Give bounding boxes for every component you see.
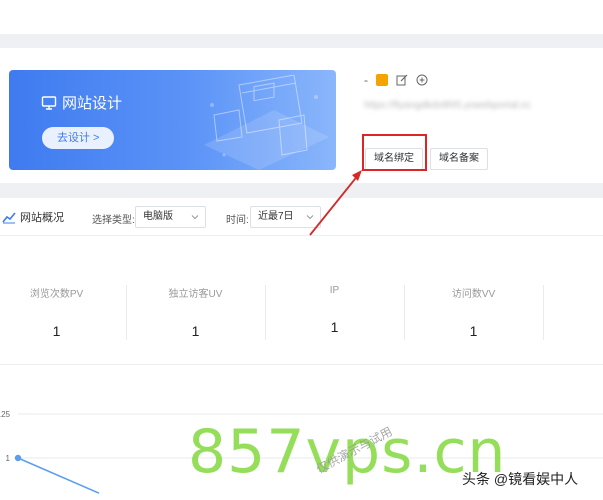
site-name: -: [364, 73, 368, 87]
stat-vv: 访问数VV 1: [404, 285, 543, 342]
stat-value: 1: [330, 319, 339, 335]
badge-icon: [376, 74, 388, 86]
site-title-row: -: [364, 73, 428, 87]
watermark-handle: 头条 @镜看娱中人: [462, 471, 579, 487]
chevron-down-icon: [306, 215, 314, 220]
trend-chart-icon: [2, 212, 16, 224]
stat-label: IP: [329, 285, 340, 296]
chart-ytick-label: 1.25: [0, 410, 11, 419]
banner-title: 网站设计: [41, 92, 122, 113]
time-label: 时间:: [226, 215, 249, 226]
stat-value: 1: [469, 323, 478, 339]
chart-point[interactable]: [14, 454, 22, 462]
chart-series-line: [17, 457, 100, 494]
site-card: 网站设计 去设计 > - https://fiyangdkds9f45.yowe…: [0, 48, 603, 183]
type-label: 选择类型:: [92, 215, 135, 226]
stat-label: 平均: [543, 285, 603, 300]
top-strip: [0, 0, 603, 34]
stat-value: 1: [543, 323, 603, 339]
stat-label: 浏览次数PV: [29, 289, 84, 300]
chevron-down-icon: [191, 215, 199, 220]
chart-ytick-label: 1: [6, 454, 11, 463]
stats-divider: [0, 364, 603, 365]
website-illustration: [204, 75, 329, 170]
header-divider: [0, 235, 603, 236]
site-url[interactable]: https://fiyangdkds9f45.yowebportal.cc: [364, 100, 531, 111]
monitor-icon: [41, 95, 57, 110]
go-design-button[interactable]: 去设计 >: [42, 127, 115, 149]
highlight-box: [362, 134, 427, 171]
stat-label: 独立访客UV: [168, 289, 223, 300]
stat-value: 1: [52, 323, 61, 339]
domain-record-button[interactable]: 域名备案: [430, 148, 488, 170]
add-circle-icon[interactable]: [416, 74, 428, 86]
overview-title: 网站概况: [20, 212, 64, 224]
time-select-value: 近最7日: [258, 211, 294, 222]
design-banner: 网站设计 去设计 >: [9, 70, 336, 170]
stat-avg: 平均 1: [543, 285, 603, 342]
type-select[interactable]: 电脑版: [135, 206, 206, 228]
stat-value: 1: [191, 323, 200, 339]
time-select[interactable]: 近最7日: [250, 206, 321, 228]
type-select-value: 电脑版: [143, 211, 173, 222]
stat-pv: 浏览次数PV 1: [0, 285, 126, 342]
stat-uv: 独立访客UV 1: [126, 285, 265, 342]
stat-label: 访问数VV: [451, 289, 496, 300]
banner-title-text: 网站设计: [62, 95, 123, 112]
stat-ip: IP 1: [265, 285, 404, 342]
edit-icon[interactable]: [396, 74, 408, 86]
